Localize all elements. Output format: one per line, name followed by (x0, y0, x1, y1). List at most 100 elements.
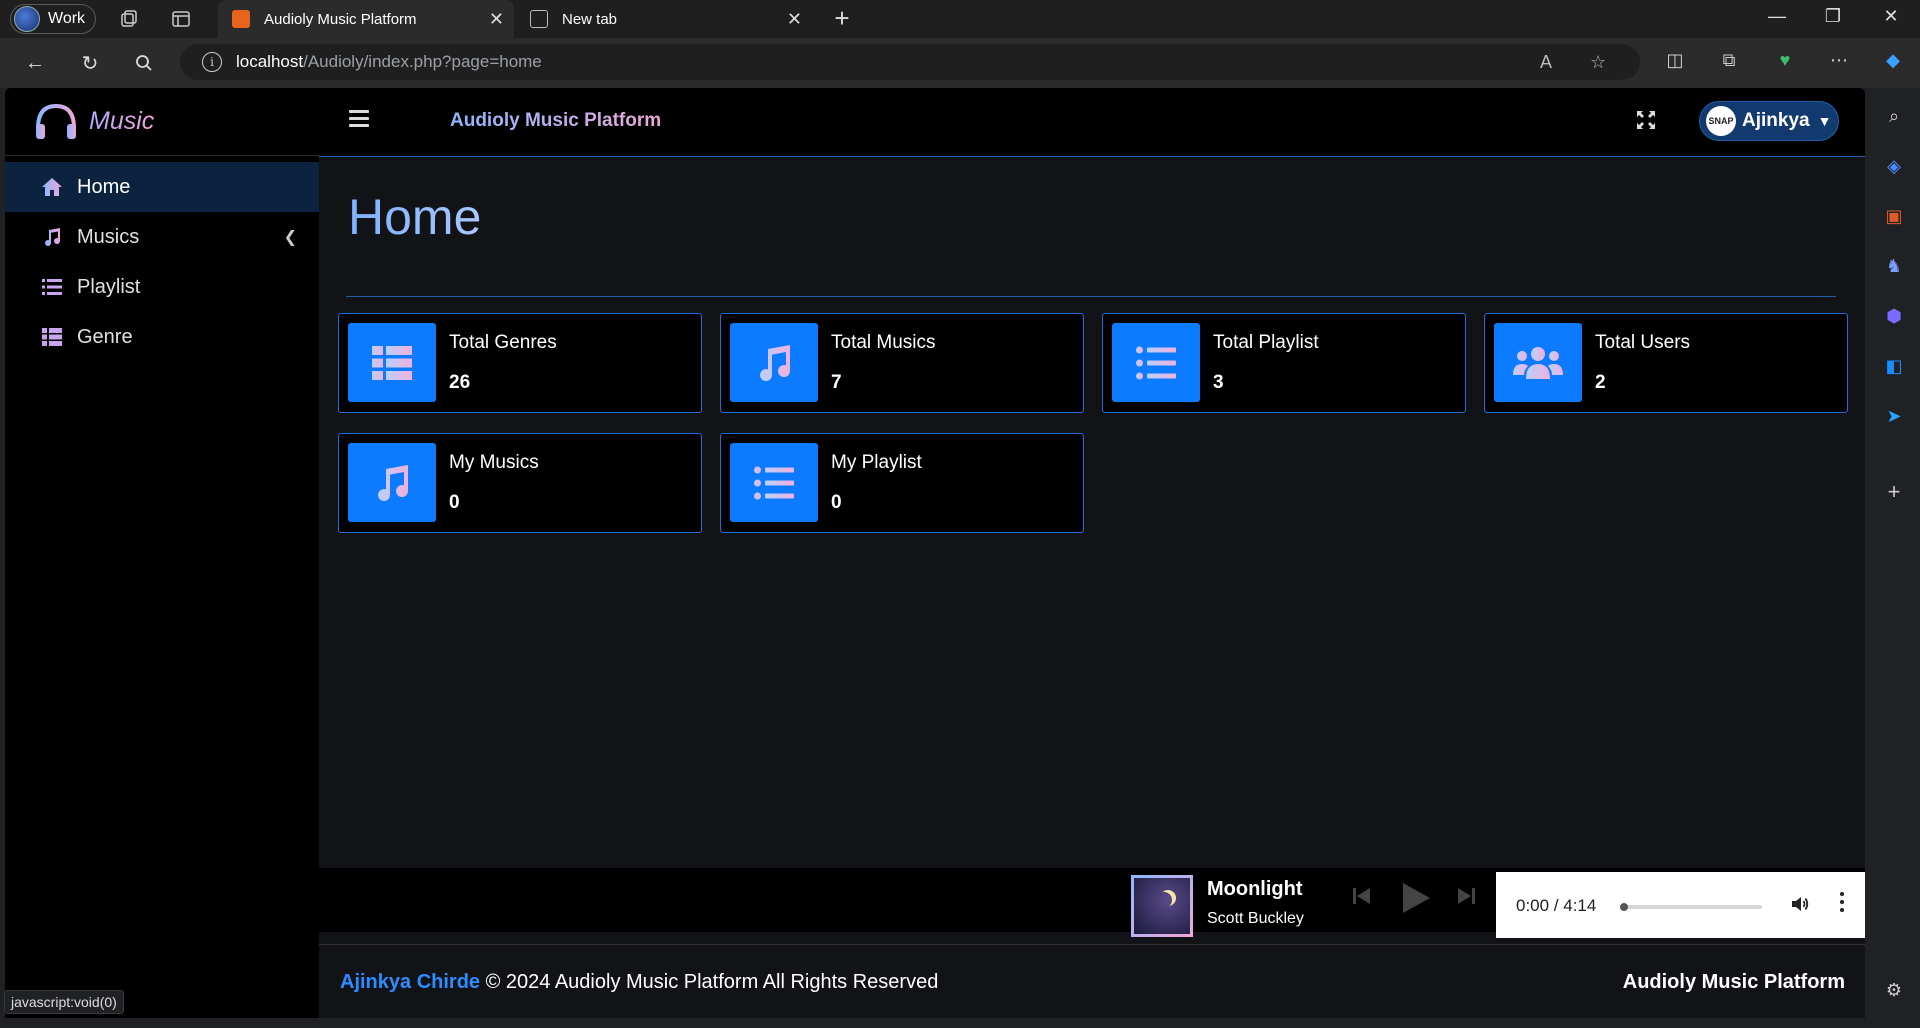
sidebar-item-genre[interactable]: Genre (5, 312, 319, 362)
title-divider (346, 296, 1836, 297)
footer-author-link[interactable]: Ajinkya Chirde (340, 971, 480, 993)
next-track-icon[interactable] (1457, 886, 1475, 911)
sidebar-item-label: Playlist (77, 275, 141, 298)
sidebar-item-home[interactable]: Home (5, 162, 319, 212)
stat-card-total-playlist[interactable]: Total Playlist 3 (1102, 313, 1466, 413)
footer: Ajinkya Chirde © 2024 Audioly Music Plat… (319, 944, 1865, 1014)
site-info-icon[interactable]: i (202, 52, 222, 72)
tab-actions-icon[interactable] (170, 8, 192, 30)
audio-seek-bar[interactable] (1622, 905, 1762, 909)
brand-text: Music (89, 107, 155, 135)
address-toolbar: ← ↻ i localhost/Audioly/index.php?page=h… (0, 38, 1920, 88)
user-menu-button[interactable]: SNAP Ajinkya ▼ (1699, 101, 1839, 141)
sidebar-item-playlist[interactable]: Playlist (5, 262, 319, 312)
stat-card-total-users[interactable]: Total Users 2 (1484, 313, 1848, 413)
moon-icon (1156, 892, 1172, 908)
audio-options-icon[interactable] (1840, 892, 1846, 916)
shopping-tag-icon[interactable]: ◈ (1882, 154, 1906, 178)
games-icon[interactable]: ♞ (1882, 254, 1906, 278)
sidebar-item-label: Musics (77, 225, 140, 248)
list-icon (730, 443, 818, 522)
app-title: Audioly Music Platform (450, 110, 662, 131)
back-arrow-icon[interactable]: ← (22, 50, 48, 76)
favorite-star-icon[interactable]: ☆ (1590, 52, 1606, 73)
footer-copyright: Ajinkya Chirde © 2024 Audioly Music Plat… (340, 971, 938, 994)
sidebar-item-label: Home (77, 175, 131, 198)
stat-card-total-genres[interactable]: Total Genres 26 (338, 313, 702, 413)
collections-icon[interactable]: ⧉ (1716, 50, 1742, 71)
sidebar-settings-gear-icon[interactable]: ⚙ (1882, 978, 1906, 1002)
card-label: My Playlist (831, 452, 922, 473)
web-page: Music Home Musics ❮ Playlist Genre Audio… (5, 88, 1865, 1018)
previous-track-icon[interactable] (1353, 886, 1371, 911)
card-value: 0 (831, 492, 842, 513)
chevron-left-icon: ❮ (283, 229, 297, 246)
headphones-icon (36, 103, 76, 139)
card-label: My Musics (449, 452, 539, 473)
brand-logo[interactable]: Music (5, 88, 319, 156)
audio-seek-handle[interactable] (1620, 903, 1628, 911)
restore-icon[interactable]: ❐ (1818, 6, 1848, 27)
audio-element[interactable]: 0:00 / 4:14 (1496, 872, 1865, 938)
outlook-icon[interactable]: ◧ (1882, 354, 1906, 378)
stat-card-total-musics[interactable]: Total Musics 7 (720, 313, 1084, 413)
card-value: 3 (1213, 372, 1224, 393)
sidebar-search-icon[interactable]: ⌕ (1882, 104, 1906, 128)
profile-label: Work (48, 10, 86, 27)
card-label: Total Playlist (1213, 332, 1319, 353)
more-menu-icon[interactable]: ⋯ (1826, 50, 1852, 71)
music-note-icon (348, 443, 436, 522)
url-path: /Audioly/index.php?page=home (303, 52, 542, 71)
close-window-icon[interactable]: ✕ (1876, 6, 1906, 27)
sidebar-menu: Home Musics ❮ Playlist Genre (5, 162, 319, 362)
app-topbar: Audioly Music Platform SNAP Ajinkya ▼ (319, 88, 1865, 157)
list-icon (1112, 323, 1200, 402)
add-sidebar-app-icon[interactable]: + (1882, 479, 1906, 504)
edge-sidebar: ⌕ ◈ ▣ ♞ ⬢ ◧ ➤ + ⚙ (1868, 88, 1920, 1028)
volume-icon[interactable] (1790, 894, 1810, 920)
browser-essentials-icon[interactable]: ♥ (1772, 50, 1798, 71)
card-label: Total Musics (831, 332, 936, 353)
music-note-icon (39, 227, 65, 247)
tab-new-tab[interactable]: New tab ✕ (516, 0, 812, 38)
tools-briefcase-icon[interactable]: ▣ (1882, 204, 1906, 228)
browser-tab-bar: Work Audioly Music Platform ✕ New tab ✕ … (0, 0, 1920, 38)
app-sidebar: Music Home Musics ❮ Playlist Genre (5, 88, 319, 1018)
send-icon[interactable]: ➤ (1882, 404, 1906, 428)
stat-card-my-musics[interactable]: My Musics 0 (338, 433, 702, 533)
table-list-icon (348, 323, 436, 402)
user-name: Ajinkya (1742, 110, 1810, 131)
sidebar-item-musics[interactable]: Musics ❮ (5, 212, 319, 262)
music-note-icon (730, 323, 818, 402)
tab-audioly[interactable]: Audioly Music Platform ✕ (218, 0, 514, 38)
new-tab-favicon-icon (530, 10, 548, 28)
copilot-icon[interactable]: ◆ (1880, 50, 1906, 71)
refresh-icon[interactable]: ↻ (77, 50, 103, 76)
new-tab-plus-icon[interactable]: + (828, 3, 856, 34)
tab-title: Audioly Music Platform (264, 10, 417, 28)
home-icon (39, 177, 65, 197)
close-tab-icon[interactable]: ✕ (489, 9, 504, 30)
hamburger-menu-icon[interactable] (349, 110, 369, 131)
read-aloud-icon[interactable]: A (1540, 52, 1552, 73)
copilot-sidebar-icon[interactable]: ⬢ (1882, 304, 1906, 328)
close-tab-icon[interactable]: ✕ (787, 9, 802, 30)
footer-brand: Audioly Music Platform (1622, 971, 1845, 993)
search-icon[interactable] (131, 50, 157, 76)
card-value: 26 (449, 372, 471, 393)
track-artist: Scott Buckley (1207, 910, 1304, 927)
url-field[interactable]: i localhost/Audioly/index.php?page=home … (180, 44, 1640, 80)
profile-button[interactable]: Work (10, 4, 96, 34)
card-label: Total Genres (449, 332, 557, 353)
sidebar-item-label: Genre (77, 325, 133, 348)
split-screen-icon[interactable]: ◫ (1662, 50, 1688, 71)
card-label: Total Users (1595, 332, 1691, 353)
stat-card-my-playlist[interactable]: My Playlist 0 (720, 433, 1084, 533)
tab-title: New tab (562, 10, 618, 28)
minimize-icon[interactable]: — (1762, 6, 1792, 27)
url-host: localhost (236, 52, 304, 71)
card-value: 0 (449, 492, 460, 513)
fullscreen-icon[interactable] (1636, 110, 1658, 132)
play-icon[interactable] (1401, 882, 1431, 919)
workspaces-icon[interactable] (118, 8, 140, 30)
